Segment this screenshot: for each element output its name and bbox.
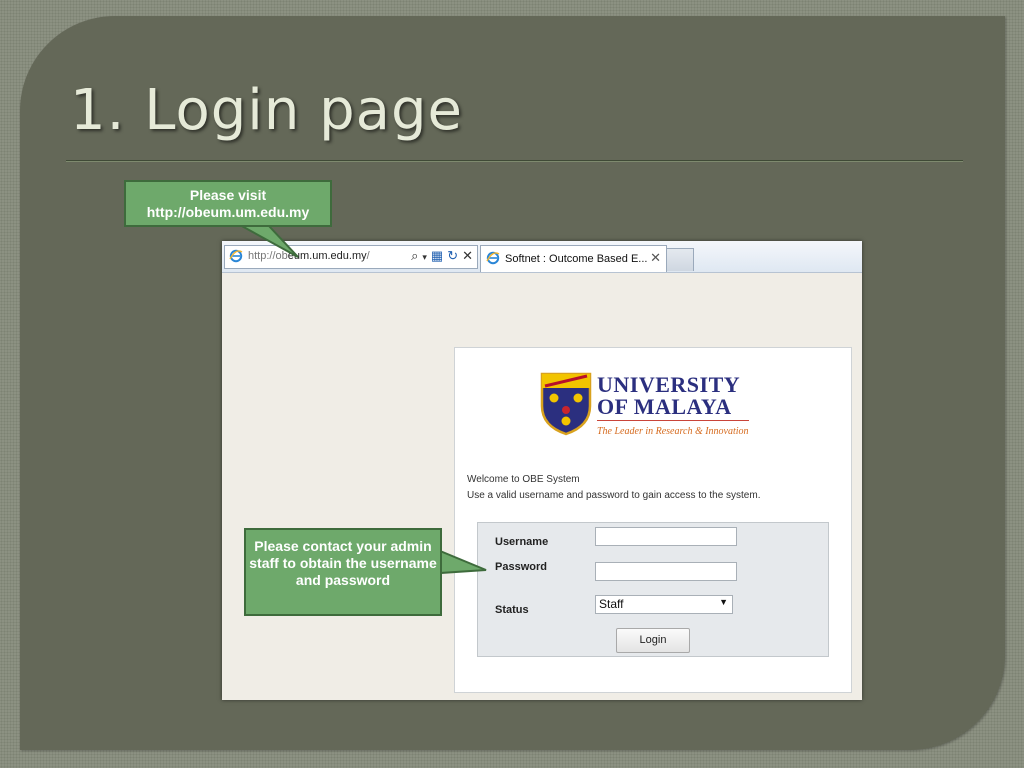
chevron-down-icon: ▼	[719, 597, 728, 607]
browser-screenshot: http://obeum.um.edu.my/ ⌕ ▾ ▦ ↻ ✕ Softnet : …	[222, 241, 862, 700]
status-label: Status	[495, 604, 529, 616]
password-label: Password	[495, 561, 547, 573]
logo-text-of-malaya: OF MALAYA	[597, 394, 732, 419]
browser-toolbar: http://obeum.um.edu.my/ ⌕ ▾ ▦ ↻ ✕ Softnet : …	[222, 241, 862, 273]
callout-contact-text: Please contact your admin staff to obtai…	[249, 538, 437, 588]
title-divider	[66, 160, 963, 162]
address-url: http://obeum.um.edu.my/	[248, 250, 370, 262]
logo-tagline: The Leader in Research & Innovation	[597, 426, 749, 437]
callout-visit-line2: http://obeum.um.edu.my	[146, 204, 310, 220]
callout-visit: Please visit http://obeum.um.edu.my	[124, 180, 332, 227]
login-form: Username Password Status Staff ▼ Login	[477, 522, 829, 657]
instructions-text: Use a valid username and password to gai…	[467, 490, 761, 501]
refresh-icon[interactable]: ↻	[447, 248, 458, 263]
status-select[interactable]: Staff ▼	[595, 595, 733, 614]
browser-tab[interactable]: Softnet : Outcome Based E... ✕	[480, 245, 667, 272]
stop-icon[interactable]: ✕	[462, 248, 473, 263]
close-tab-icon[interactable]: ✕	[650, 250, 661, 266]
welcome-text: Welcome to OBE System	[467, 474, 580, 485]
tab-title: Softnet : Outcome Based E...	[505, 253, 648, 265]
crest-icon	[540, 372, 592, 436]
login-button[interactable]: Login	[616, 628, 690, 653]
username-label: Username	[495, 536, 549, 548]
university-logo: UNIVERSITY OF MALAYA The Leader in Resea…	[539, 368, 769, 448]
new-tab-button[interactable]	[666, 248, 694, 271]
status-selected-value: Staff	[599, 597, 624, 611]
compatibility-icon[interactable]: ▦	[431, 248, 443, 263]
ie-icon	[229, 249, 243, 266]
password-input[interactable]	[595, 562, 737, 581]
dropdown-icon[interactable]: ▾	[422, 252, 427, 262]
ie-icon	[486, 251, 500, 268]
login-card: UNIVERSITY OF MALAYA The Leader in Resea…	[454, 347, 852, 693]
callout-visit-line1: Please visit	[189, 187, 267, 203]
address-tools: ⌕ ▾ ▦ ↻ ✕	[407, 248, 473, 264]
slide-title: 1. Login page	[70, 78, 463, 143]
username-input[interactable]	[595, 527, 737, 546]
search-icon[interactable]: ⌕	[411, 248, 418, 263]
callout-contact: Please contact your admin staff to obtai…	[244, 528, 442, 616]
address-bar[interactable]: http://obeum.um.edu.my/ ⌕ ▾ ▦ ↻ ✕	[224, 245, 478, 269]
logo-divider	[597, 420, 749, 421]
